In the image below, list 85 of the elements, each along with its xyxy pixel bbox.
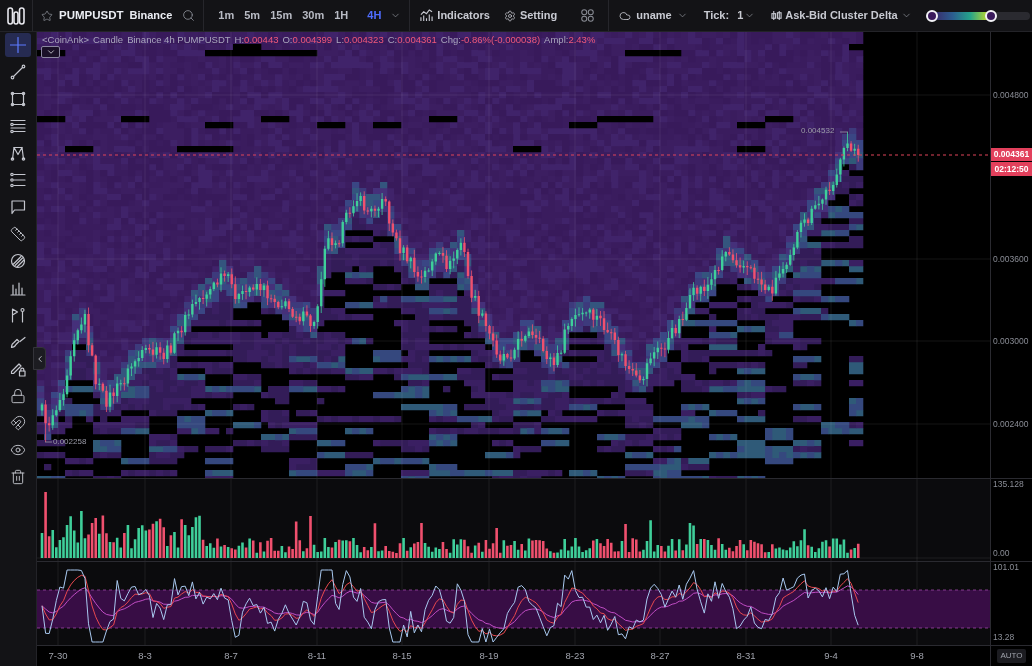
price-axis-label: 0.003000 [993, 336, 1029, 346]
crosshair-icon [10, 37, 26, 53]
stat-label: Ampl: [544, 33, 569, 47]
ruler-icon [10, 226, 26, 242]
search-button[interactable] [182, 9, 196, 22]
time-axis-label: 8-31 [736, 650, 756, 661]
low-price-marker: 0.002258 [53, 437, 87, 447]
dotted-lines-icon [10, 172, 26, 188]
timeframe-tab[interactable]: 1m [214, 5, 239, 26]
oscillator-axis-label: 13.28 [993, 632, 1015, 642]
time-axis-label: 8-19 [479, 650, 499, 661]
stat-value: 0.00443 [244, 33, 279, 47]
legend-type: Candle [93, 33, 124, 47]
star-icon [41, 9, 53, 22]
collapse-legend-button[interactable] [41, 46, 60, 58]
stat-label: H: [234, 33, 245, 47]
time-axis-label: 8-11 [307, 650, 327, 661]
hatched-circle-icon [10, 253, 26, 269]
stat-value: 0.004323 [344, 33, 384, 47]
price-axis-label: 0.002400 [993, 419, 1029, 429]
legend-source: <CoinAnk> [42, 33, 89, 47]
auto-scale-button[interactable]: AUTO [997, 649, 1026, 663]
stat-label: L: [336, 33, 345, 47]
magnet-icon [10, 415, 26, 431]
tick-dropdown[interactable]: 1 [737, 7, 756, 24]
stat-label: O: [282, 33, 293, 47]
timeframe-tab[interactable]: 5m [240, 5, 265, 26]
stat-value: 0.004361 [397, 33, 437, 47]
price-axis-label: 0.003600 [993, 254, 1029, 264]
timeframe-tab[interactable]: 15m [266, 5, 297, 26]
flag-icon [10, 307, 26, 323]
eye-icon [10, 442, 26, 458]
grid-icon [581, 9, 595, 22]
cloud-icon [619, 9, 632, 22]
time-axis-label: 8-3 [138, 650, 152, 661]
time-axis-label: 8-7 [224, 650, 238, 661]
layout-button[interactable] [581, 9, 595, 22]
indicators-button[interactable]: Indicators [420, 7, 490, 24]
last-price-tag: 0.004361 [991, 148, 1032, 161]
rectangle-icon [10, 91, 26, 107]
oscillator-axis-label: 101.01 [993, 562, 1019, 572]
time-axis-label: 9-8 [910, 650, 924, 661]
stat-label: Chg: [440, 33, 461, 47]
high-price-marker: 0.004532 [801, 126, 835, 136]
symbol-name: PUMPUSDT [59, 7, 124, 23]
time-axis-label: 8-15 [392, 650, 412, 661]
volume-axis-label: 135.128 [993, 479, 1024, 489]
pencil-lock-icon [10, 361, 26, 377]
lock-icon [10, 388, 26, 404]
speech-bubble-icon [10, 199, 26, 215]
volume-axis-label: 0.00 [993, 548, 1010, 558]
mode-dropdown[interactable]: Ask-Bid Cluster Delta [771, 7, 912, 24]
trash-icon [10, 469, 26, 485]
timeframe-tab[interactable]: 30m [298, 5, 329, 26]
timeframe-tab[interactable]: 4H [362, 5, 387, 26]
stat-value: 2.43% [568, 33, 596, 47]
zigzag-icon [10, 145, 26, 161]
favorite-button[interactable] [41, 9, 53, 22]
legend-instrument: Binance 4h PUMPUSDT [127, 33, 231, 47]
chevron-down-icon [45, 47, 56, 57]
slider-handle[interactable] [925, 9, 938, 22]
time-axis-label: 8-27 [650, 650, 670, 661]
search-icon [182, 9, 196, 22]
bars-icon [771, 10, 783, 21]
time-axis-label: 9-4 [824, 650, 838, 661]
time-axis-label: 8-23 [565, 650, 585, 661]
timeframe-tab[interactable]: 1H [330, 5, 353, 26]
horizontal-lines-icon [10, 118, 26, 134]
user-dropdown[interactable]: uname [619, 7, 688, 24]
line-chart-icon [420, 9, 434, 22]
settings-icon [503, 9, 516, 22]
app-logo [7, 6, 25, 25]
line-icon [10, 64, 26, 80]
bar-chart-icon [10, 280, 26, 296]
slider-handle[interactable] [984, 9, 997, 22]
countdown-tag: 02:12:50 [991, 162, 1032, 176]
stat-label: C: [387, 33, 398, 47]
tick-label: Tick: [703, 8, 730, 24]
stat-value: 0.004399 [292, 33, 333, 47]
price-axis-label: 0.004800 [993, 90, 1029, 100]
exchange-name: Binance [129, 8, 173, 24]
brush-icon [10, 334, 26, 350]
setting-button[interactable]: Setting [503, 7, 558, 24]
stat-value: -0.86%(-0.000038) [460, 33, 541, 47]
time-axis-label: 7-30 [48, 650, 68, 661]
